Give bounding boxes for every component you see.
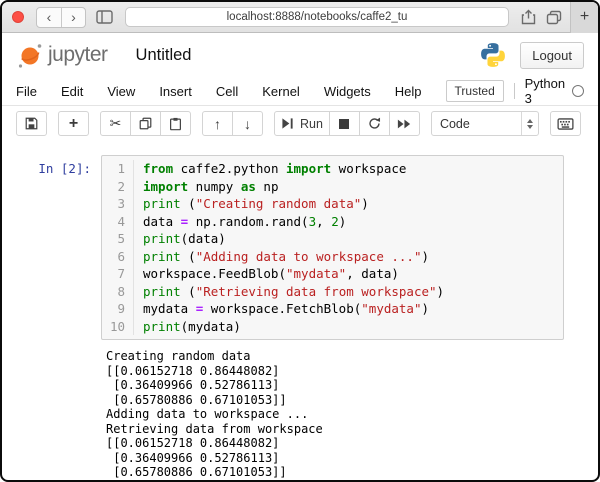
add-cell-button[interactable]: + bbox=[58, 111, 89, 136]
code-line: 9 mydata = workspace.FetchBlob("mydata") bbox=[102, 300, 563, 318]
kernel-name: Python 3 bbox=[524, 76, 566, 106]
logout-button[interactable]: Logout bbox=[520, 41, 584, 69]
share-icon[interactable] bbox=[521, 9, 536, 25]
notebook-title[interactable]: Untitled bbox=[136, 46, 192, 65]
line-number: 9 bbox=[102, 300, 134, 318]
jupyter-wordmark: jupyter bbox=[48, 43, 108, 66]
run-label: Run bbox=[300, 116, 323, 131]
code-line: 2 import numpy as np bbox=[102, 177, 563, 195]
paste-cell-button[interactable] bbox=[160, 111, 191, 136]
output-line: [0.36409966 0.52786113] bbox=[106, 450, 280, 465]
menu-item-help[interactable]: Help bbox=[395, 84, 422, 99]
code-line: 7 workspace.FeedBlob("mydata", data) bbox=[102, 265, 563, 283]
back-button[interactable]: ‹ bbox=[37, 8, 61, 27]
stop-icon bbox=[339, 118, 350, 129]
code-line: 6 print ("Adding data to workspace ...") bbox=[102, 247, 563, 265]
menu-items: File Edit View Insert Cell Kernel Widgets Help bbox=[16, 84, 446, 99]
window-close-button[interactable] bbox=[12, 11, 24, 23]
save-button[interactable] bbox=[16, 111, 47, 136]
select-arrows-icon bbox=[520, 112, 538, 135]
output-line: [0.65780886 0.67101053]] bbox=[106, 392, 287, 407]
output-area: Creating random data [[0.06152718 0.86448… bbox=[106, 349, 598, 480]
keyboard-icon bbox=[557, 117, 574, 130]
interrupt-kernel-button[interactable] bbox=[328, 111, 360, 136]
kernel-status-icon bbox=[572, 85, 584, 97]
line-number: 4 bbox=[102, 212, 134, 230]
output-line: Creating random data bbox=[106, 349, 251, 363]
menu-item-cell[interactable]: Cell bbox=[216, 84, 238, 99]
refresh-icon bbox=[368, 117, 381, 130]
menu-item-kernel[interactable]: Kernel bbox=[262, 84, 300, 99]
output-line: [0.36409966 0.52786113] bbox=[106, 378, 280, 392]
code-line: 1 from caffe2.python import workspace bbox=[102, 160, 563, 178]
nav-button-group: ‹ › bbox=[36, 6, 86, 28]
line-number: 3 bbox=[102, 195, 134, 213]
notebook-toolbar: + ✂ ↑ ↓ Run Code bbox=[2, 106, 598, 141]
line-number: 2 bbox=[102, 177, 134, 195]
move-cell-up-button[interactable]: ↑ bbox=[202, 111, 233, 136]
browser-window: ‹ › localhost:8888/notebooks/caffe2_tu +… bbox=[0, 0, 600, 482]
code-line: 5 print(data) bbox=[102, 230, 563, 248]
line-number: 5 bbox=[102, 230, 134, 248]
code-line: 10 print(mydata) bbox=[102, 317, 563, 335]
input-prompt: In [2]: bbox=[38, 161, 91, 176]
restart-run-all-button[interactable] bbox=[388, 111, 420, 136]
jupyter-logo-icon[interactable] bbox=[16, 41, 45, 70]
line-number: 1 bbox=[102, 160, 134, 178]
move-cell-down-button[interactable]: ↓ bbox=[232, 111, 263, 136]
code-cell-row: In [2]: 1 from caffe2.python import works… bbox=[2, 155, 598, 340]
command-palette-button[interactable] bbox=[549, 111, 581, 136]
cut-cell-button[interactable]: ✂ bbox=[100, 111, 131, 136]
step-forward-icon bbox=[281, 117, 294, 130]
menu-item-view[interactable]: View bbox=[107, 84, 135, 99]
tabs-overview-icon[interactable] bbox=[546, 10, 562, 25]
code-cell-editor[interactable]: 1 from caffe2.python import workspace 2 imp… bbox=[101, 155, 564, 340]
url-text: localhost:8888/notebooks/caffe2_tu bbox=[226, 11, 408, 23]
menu-item-widgets[interactable]: Widgets bbox=[324, 84, 371, 99]
code-lines: 1 from caffe2.python import workspace 2 imp… bbox=[102, 160, 563, 335]
new-tab-button[interactable]: + bbox=[570, 2, 598, 33]
sidebar-icon[interactable] bbox=[96, 10, 113, 24]
copy-cell-button[interactable] bbox=[130, 111, 161, 136]
menu-item-insert[interactable]: Insert bbox=[159, 84, 192, 99]
line-number: 8 bbox=[102, 282, 134, 300]
line-number: 10 bbox=[102, 317, 134, 335]
forward-button[interactable]: › bbox=[61, 7, 85, 27]
output-line: [0.65780886 0.67101053]] bbox=[106, 465, 287, 479]
run-cell-button[interactable]: Run bbox=[274, 111, 330, 136]
output-line: [[0.06152718 0.86448082] bbox=[106, 363, 280, 378]
menu-item-edit[interactable]: Edit bbox=[61, 84, 83, 99]
trusted-button[interactable]: Trusted bbox=[445, 80, 504, 102]
menu-item-file[interactable]: File bbox=[16, 84, 37, 99]
cell-type-value: Code bbox=[439, 116, 470, 131]
browser-chrome: ‹ › localhost:8888/notebooks/caffe2_tu + bbox=[2, 2, 598, 33]
code-line: 3 print ("Creating random data") bbox=[102, 195, 563, 213]
line-number: 6 bbox=[102, 247, 134, 265]
menu-bar: File Edit View Insert Cell Kernel Widgets Help … bbox=[2, 76, 598, 106]
line-number: 7 bbox=[102, 265, 134, 283]
cell-type-select[interactable]: Code bbox=[430, 111, 539, 136]
divider bbox=[513, 83, 515, 99]
code-line: 8 print ("Retrieving data from workspace"… bbox=[102, 282, 563, 300]
address-bar[interactable]: localhost:8888/notebooks/caffe2_tu bbox=[125, 7, 509, 27]
restart-kernel-button[interactable] bbox=[358, 111, 390, 136]
code-line: 4 data = np.random.rand(3, 2) bbox=[102, 212, 563, 230]
output-line: [[0.06152718 0.86448082] bbox=[106, 436, 280, 450]
fast-forward-icon bbox=[397, 118, 411, 130]
notebook-header: jupyter Untitled Logout bbox=[2, 33, 598, 77]
python-logo-icon bbox=[480, 42, 506, 68]
output-line: Retrieving data from workspace bbox=[106, 421, 323, 436]
output-line: Adding data to workspace ... bbox=[106, 407, 309, 421]
